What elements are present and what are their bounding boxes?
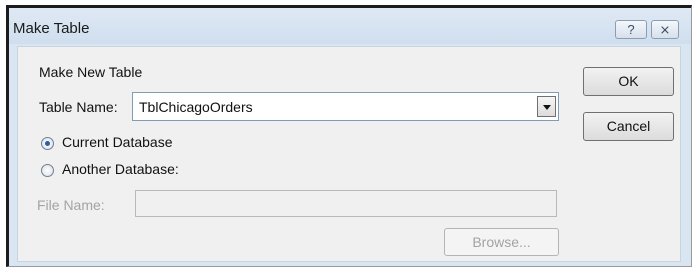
help-icon: ? xyxy=(627,22,635,37)
make-table-dialog: Make Table ? ⨯ Make New Table Table Name… xyxy=(6,5,692,267)
file-name-input[interactable] xyxy=(135,190,557,217)
title-bar: Make Table ? ⨯ xyxy=(9,8,691,44)
table-name-value: TblChicagoOrders xyxy=(139,99,253,115)
radio-current-database[interactable] xyxy=(41,137,54,150)
ok-button[interactable]: OK xyxy=(583,67,674,96)
close-button[interactable]: ⨯ xyxy=(651,20,679,39)
close-icon: ⨯ xyxy=(659,22,671,37)
radio-another-database[interactable] xyxy=(41,164,54,177)
dialog-title: Make Table xyxy=(13,20,90,37)
help-button[interactable]: ? xyxy=(615,20,647,39)
dialog-body: Make New Table Table Name: TblChicagoOrd… xyxy=(17,46,681,262)
radio-another-database-label[interactable]: Another Database: xyxy=(62,161,179,177)
table-name-label: Table Name: xyxy=(39,99,118,115)
section-label: Make New Table xyxy=(39,64,143,80)
radio-current-database-label[interactable]: Current Database xyxy=(62,134,173,150)
chevron-down-icon[interactable] xyxy=(537,96,556,117)
browse-button[interactable]: Browse... xyxy=(444,228,559,256)
file-name-label: File Name: xyxy=(37,197,105,213)
cancel-button[interactable]: Cancel xyxy=(583,112,674,141)
table-name-combobox[interactable]: TblChicagoOrders xyxy=(132,92,559,121)
